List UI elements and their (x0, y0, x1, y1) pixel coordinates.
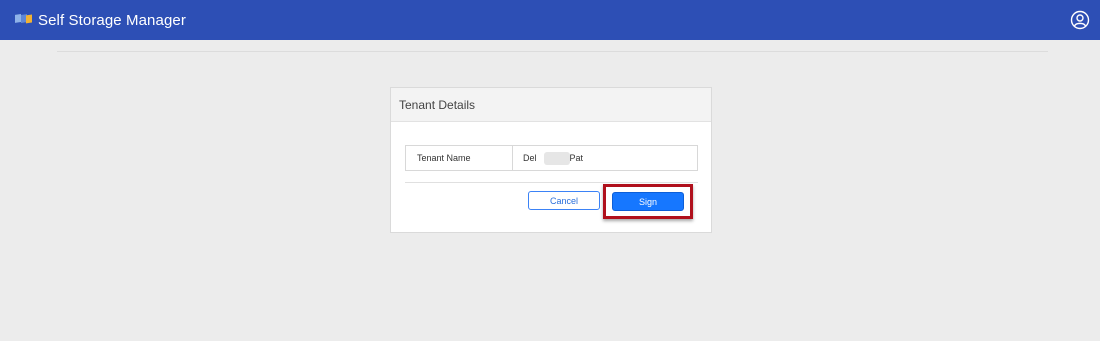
tenant-name-value: Del , Pat (513, 146, 697, 170)
tenant-details-card: Tenant Details Tenant Name Del , Pat Can… (390, 87, 712, 233)
card-header: Tenant Details (391, 88, 711, 122)
top-navigation-bar: Self Storage Manager (0, 0, 1100, 40)
header-divider (57, 51, 1048, 52)
sign-button[interactable]: Sign (612, 192, 684, 211)
actions-divider (405, 182, 698, 183)
colored-flags-logo-icon (15, 14, 32, 24)
tenant-name-label: Tenant Name (406, 146, 513, 170)
tenant-name-value-prefix: Del (523, 153, 537, 163)
cancel-button[interactable]: Cancel (528, 191, 600, 210)
user-circle-icon[interactable] (1070, 10, 1090, 30)
tenant-details-table: Tenant Name Del , Pat (405, 145, 698, 171)
sign-button-highlight: Sign (603, 184, 693, 219)
app-logo[interactable]: Self Storage Manager (14, 12, 186, 29)
card-title: Tenant Details (399, 97, 476, 112)
app-title[interactable]: Self Storage Manager (38, 12, 186, 29)
redaction-block (544, 152, 570, 165)
